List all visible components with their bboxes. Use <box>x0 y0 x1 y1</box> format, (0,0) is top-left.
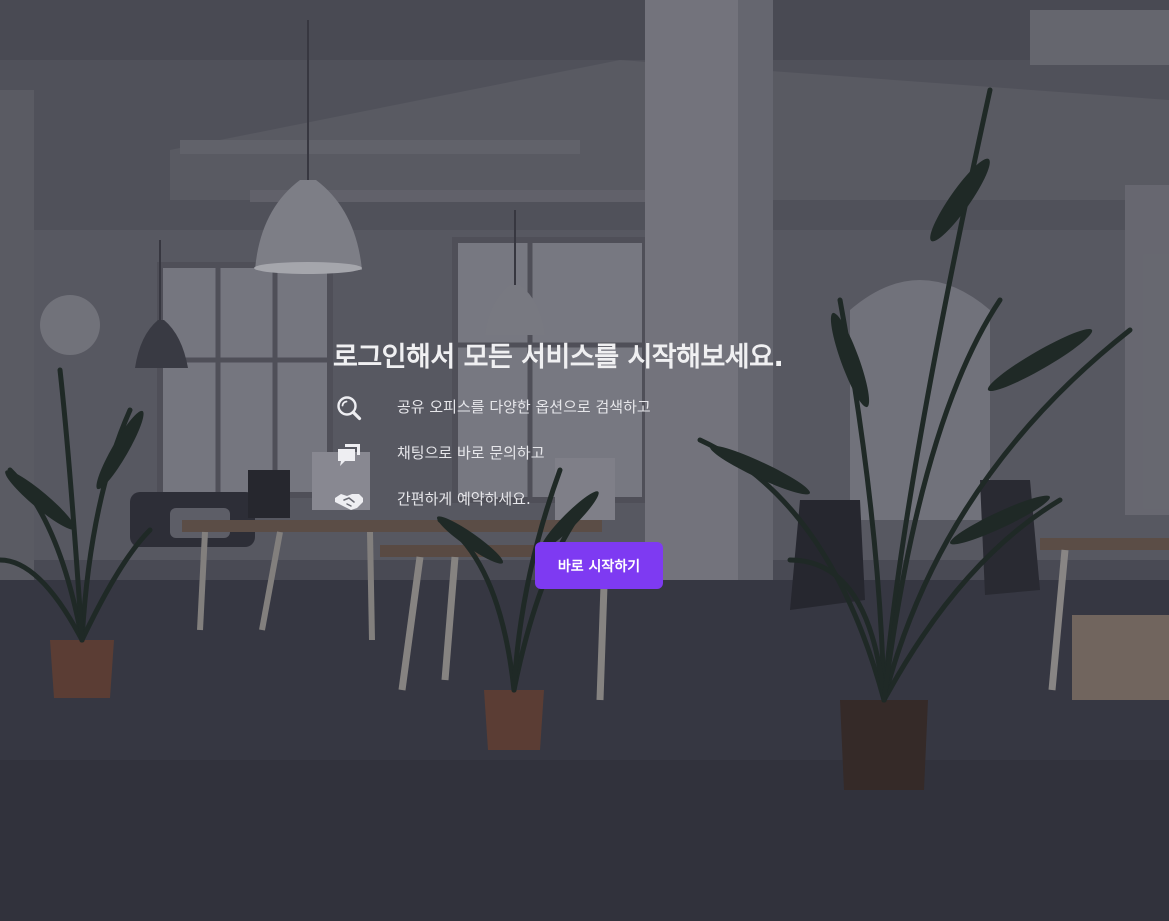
start-now-button[interactable]: 바로 시작하기 <box>535 542 663 589</box>
feature-item-search: 공유 오피스를 다양한 옵션으로 검색하고 <box>333 396 933 442</box>
feature-text-reserve: 간편하게 예약하세요. <box>397 490 531 508</box>
feature-text-chat: 채팅으로 바로 문의하고 <box>397 444 545 462</box>
handshake-icon <box>333 484 365 516</box>
feature-list: 공유 오피스를 다양한 옵션으로 검색하고 채팅으로 바로 문의하고 간편하게 … <box>333 396 933 534</box>
search-icon <box>333 392 365 424</box>
chat-bubbles-icon <box>333 438 365 470</box>
feature-text-search: 공유 오피스를 다양한 옵션으로 검색하고 <box>397 398 651 416</box>
hero-section: 로그인해서 모든 서비스를 시작해보세요. 공유 오피스를 다양한 옵션으로 검… <box>0 0 1169 921</box>
hero-content: 로그인해서 모든 서비스를 시작해보세요. 공유 오피스를 다양한 옵션으로 검… <box>333 336 933 589</box>
hero-title: 로그인해서 모든 서비스를 시작해보세요. <box>333 342 784 373</box>
feature-item-reserve: 간편하게 예약하세요. <box>333 488 933 534</box>
feature-item-chat: 채팅으로 바로 문의하고 <box>333 442 933 488</box>
